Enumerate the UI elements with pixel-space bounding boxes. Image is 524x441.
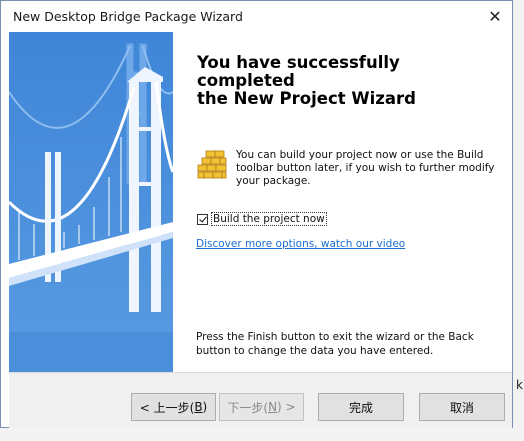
button-bar: < 上一步(B) 下一步(N) > 完成 取消 [9, 372, 512, 428]
info-text: You can build your project now or use th… [236, 149, 495, 187]
back-button-key: B [194, 400, 203, 414]
page-title-line1: You have successfully completed [197, 53, 400, 90]
next-button[interactable]: 下一步(N) > [219, 393, 304, 421]
wizard-content: You have successfully completed the New … [173, 32, 512, 372]
bridge-banner [9, 32, 173, 372]
next-button-prefix: 下一步( [227, 400, 269, 415]
title-bar[interactable]: New Desktop Bridge Package Wizard ✕ [1, 1, 512, 32]
finish-button[interactable]: 完成 [318, 393, 404, 421]
close-icon[interactable]: ✕ [484, 6, 506, 28]
build-project-checkbox-row[interactable]: Build the project now [197, 212, 327, 226]
background-app-text: k [516, 378, 523, 392]
build-project-checkbox[interactable] [197, 213, 208, 225]
build-project-checkbox-label[interactable]: Build the project now [211, 212, 327, 226]
background-app-right: k [512, 0, 524, 441]
wizard-dialog: New Desktop Bridge Package Wizard ✕ You … [0, 0, 513, 428]
cancel-button[interactable]: 取消 [419, 393, 505, 421]
page-title-line2: the New Project Wizard [197, 89, 416, 108]
bridge-illustration [9, 32, 173, 372]
window-title: New Desktop Bridge Package Wizard [13, 9, 243, 24]
bricks-icon [197, 150, 227, 179]
next-button-suffix: ) > [277, 400, 296, 414]
next-button-key: N [268, 400, 278, 414]
background-app-bottom [0, 428, 524, 441]
back-button-suffix: ) [202, 400, 208, 414]
back-button[interactable]: < 上一步(B) [131, 393, 216, 421]
page-title: You have successfully completed the New … [197, 54, 497, 108]
instruction-text: Press the Finish button to exit the wiza… [196, 331, 474, 357]
back-button-prefix: < 上一步( [139, 400, 195, 415]
discover-more-link[interactable]: Discover more options, watch our video [196, 238, 405, 250]
